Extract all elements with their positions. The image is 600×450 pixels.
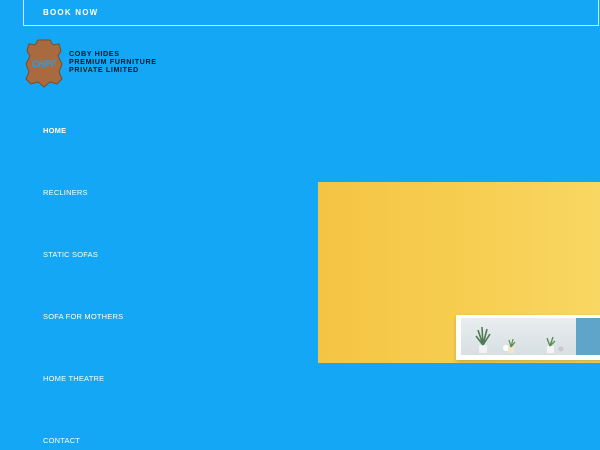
logo[interactable]: CHPF COBY HIDES PREMIUM FURNITURE PRIVAT… — [24, 38, 194, 88]
book-now-button[interactable]: BOOK NOW — [23, 0, 599, 26]
nav-item-home-theatre[interactable]: HOME THEATRE — [43, 374, 104, 383]
logo-badge-text: CHPF — [32, 59, 57, 69]
nav-item-home[interactable]: HOME — [43, 126, 66, 135]
wall-shelf — [456, 315, 600, 360]
shelf-blue-panel — [576, 318, 600, 355]
hero-image — [318, 182, 600, 363]
nav-item-contact[interactable]: CONTACT — [43, 436, 80, 445]
nav-item-sofa-for-mothers[interactable]: SOFA FOR MOTHERS — [43, 312, 123, 321]
nav-item-static-sofas[interactable]: STATIC SOFAS — [43, 250, 98, 259]
company-name-line-3: PRIVATE LIMITED — [69, 65, 139, 74]
leather-hide-logo-icon: CHPF — [25, 39, 63, 88]
company-name: COBY HIDES PREMIUM FURNITURE PRIVATE LIM… — [69, 50, 157, 74]
nav-item-recliners[interactable]: RECLINERS — [43, 188, 88, 197]
